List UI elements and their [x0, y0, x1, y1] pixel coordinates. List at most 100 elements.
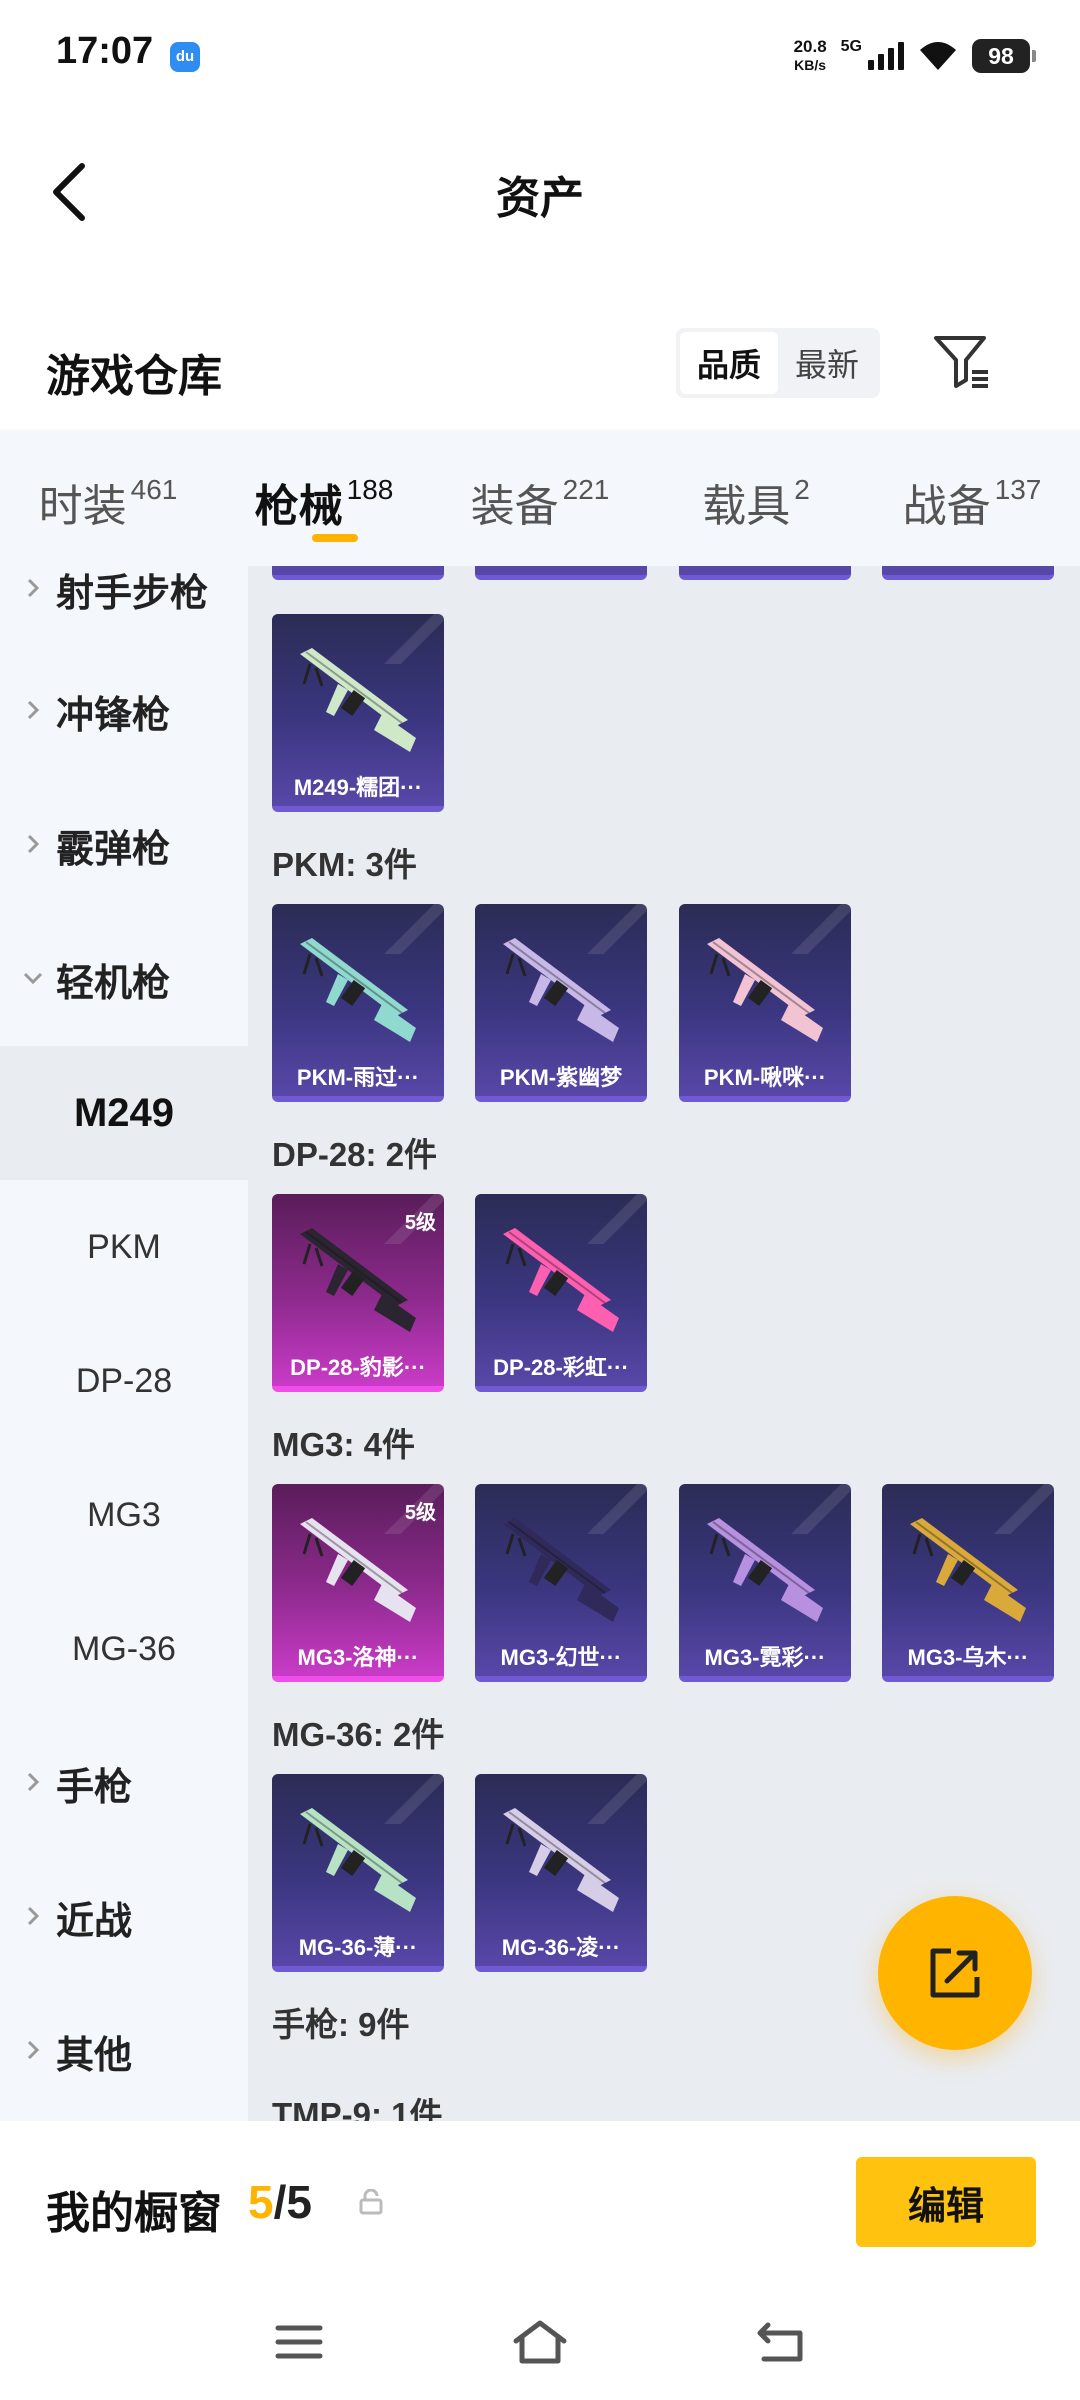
sidebar-item-m249[interactable]: M249	[0, 1046, 248, 1180]
gun-part	[529, 1264, 551, 1296]
sidebar-item-lmg[interactable]: 轻机枪	[0, 912, 248, 1046]
item-card-partial[interactable]	[475, 566, 647, 580]
item-card[interactable]: MG-36-凌···	[475, 1774, 647, 1972]
item-name: MG-36-薄···	[298, 1935, 418, 1960]
sidebar-item-pkm[interactable]: PKM	[0, 1180, 248, 1314]
gun-part	[529, 1554, 551, 1586]
sidebar-item-melee[interactable]: 近战	[0, 1850, 248, 1984]
showcase-bar: 我的橱窗 5/5 编辑	[0, 2121, 1080, 2281]
item-card[interactable]: MG-36-薄···	[272, 1774, 444, 1972]
item-name: PKM-雨过···	[296, 1065, 420, 1090]
item-card[interactable]: MG3-幻世···	[475, 1484, 647, 1682]
showcase-count-separator: /	[273, 2176, 287, 2228]
sort-quality-option[interactable]: 品质	[680, 332, 778, 394]
item-name: MG3-幻世···	[500, 1645, 622, 1670]
gun-skin-icon	[707, 1518, 823, 1622]
sidebar-item-label: 霰弹枪	[56, 828, 171, 871]
gun-skin-icon	[503, 1808, 619, 1912]
group-label: 手枪: 9件	[272, 2006, 410, 2043]
item-card-partial[interactable]	[272, 566, 444, 580]
menu-button[interactable]	[264, 2307, 334, 2377]
item-card[interactable]: DP-28-彩虹···	[475, 1194, 647, 1392]
group-label: TMP-9: 1件	[272, 2096, 443, 2121]
item-card[interactable]: 5级 MG3-洛神···	[272, 1484, 444, 1682]
gun-part	[326, 684, 348, 716]
tab-label: 战备	[902, 482, 991, 531]
page-title: 资产	[496, 174, 584, 223]
sidebar-item-marksman-rifle[interactable]: 射手步枪	[0, 566, 248, 656]
gun-skin-icon	[707, 938, 823, 1042]
tab-supplies[interactable]: 战备 137	[864, 430, 1080, 566]
item-card[interactable]: MG3-霓彩···	[679, 1484, 851, 1682]
lock-icon	[359, 2189, 383, 2215]
tab-label: 载具	[702, 482, 791, 531]
back-nav-icon	[757, 2322, 803, 2362]
battery-icon: 98	[972, 39, 1036, 73]
gun-shape	[300, 648, 416, 752]
item-card[interactable]: 5级 DP-28-豹影···	[272, 1194, 444, 1392]
tab-vehicles[interactable]: 载具 2	[648, 430, 864, 566]
showcase-count-current: 5	[248, 2176, 274, 2228]
sidebar-item-mg3[interactable]: MG3	[0, 1448, 248, 1582]
item-name: DP-28-豹影···	[290, 1355, 426, 1380]
tab-label: 装备	[470, 482, 559, 531]
gun-skin-icon	[300, 1518, 416, 1622]
item-name: PKM-紫幽梦	[499, 1065, 623, 1090]
filter-button[interactable]	[930, 330, 994, 394]
back-nav-button[interactable]	[746, 2307, 816, 2377]
network-speed-unit: KB/s	[794, 57, 827, 73]
gun-part	[936, 1554, 958, 1586]
tab-count: 188	[346, 474, 394, 505]
tab-label: 时装	[38, 482, 127, 531]
sidebar-item-shotgun[interactable]: 霰弹枪	[0, 778, 248, 912]
sidebar-item-pistol[interactable]: 手枪	[0, 1716, 248, 1850]
group-label: PKM: 3件	[272, 846, 417, 883]
showcase-count: 5/5	[248, 2175, 312, 2229]
sidebar-item-smg[interactable]: 冲锋枪	[0, 644, 248, 778]
item-card-partial[interactable]	[679, 566, 851, 580]
item-card[interactable]: PKM-雨过···	[272, 904, 444, 1102]
item-name: MG-36-凌···	[501, 1935, 621, 1960]
item-name: MG3-霓彩···	[704, 1645, 826, 1670]
weapon-type-sidebar: 射手步枪 冲锋枪 霰弹枪 轻机枪 M249 PKM DP-28 MG3 MG-3…	[0, 566, 248, 2121]
system-nav-bar	[0, 2281, 1080, 2400]
gun-part	[326, 974, 348, 1006]
item-card[interactable]: M249-糯团···	[272, 614, 444, 812]
chevron-down-icon	[23, 972, 43, 985]
sidebar-item-label: 其他	[56, 2034, 133, 2077]
chevron-right-icon	[27, 2040, 40, 2060]
tab-fashion[interactable]: 时装 461	[0, 430, 216, 566]
home-icon	[513, 2320, 567, 2364]
menu-icon	[275, 2325, 323, 2359]
item-card-partial[interactable]	[882, 566, 1054, 580]
gun-skin-icon	[300, 1808, 416, 1912]
sidebar-item-dp28[interactable]: DP-28	[0, 1314, 248, 1448]
edit-button[interactable]: 编辑	[856, 2157, 1036, 2247]
chevron-right-icon	[27, 700, 40, 720]
chevron-right-icon	[27, 1772, 40, 1792]
chevron-right-icon	[27, 1906, 40, 1926]
showcase-label: 我的橱窗	[46, 2189, 222, 2238]
chevron-right-icon	[27, 834, 40, 854]
sidebar-item-other[interactable]: 其他	[0, 1984, 248, 2118]
tab-count: 221	[562, 474, 610, 505]
gun-skin-icon	[910, 1518, 1026, 1622]
gun-skin-icon	[503, 1228, 619, 1332]
gun-part	[326, 1844, 348, 1876]
item-card[interactable]: PKM-啾咪···	[679, 904, 851, 1102]
gun-part	[529, 974, 551, 1006]
share-button[interactable]	[878, 1896, 1032, 2050]
tab-equipment[interactable]: 装备 221	[432, 430, 648, 566]
home-button[interactable]	[505, 2307, 575, 2377]
app-notification-icon: du	[170, 42, 200, 72]
item-card[interactable]: PKM-紫幽梦	[475, 904, 647, 1102]
gun-part	[326, 1554, 348, 1586]
gun-skin-icon	[503, 1518, 619, 1622]
group-label: MG3: 4件	[272, 1426, 416, 1463]
item-card[interactable]: MG3-乌木···	[882, 1484, 1054, 1682]
gun-skin-icon	[503, 938, 619, 1042]
status-time: 17:07	[56, 30, 154, 72]
sort-newest-option[interactable]: 最新	[778, 332, 876, 394]
sidebar-item-mg36[interactable]: MG-36	[0, 1582, 248, 1716]
tab-firearms[interactable]: 枪械 188	[216, 430, 432, 566]
